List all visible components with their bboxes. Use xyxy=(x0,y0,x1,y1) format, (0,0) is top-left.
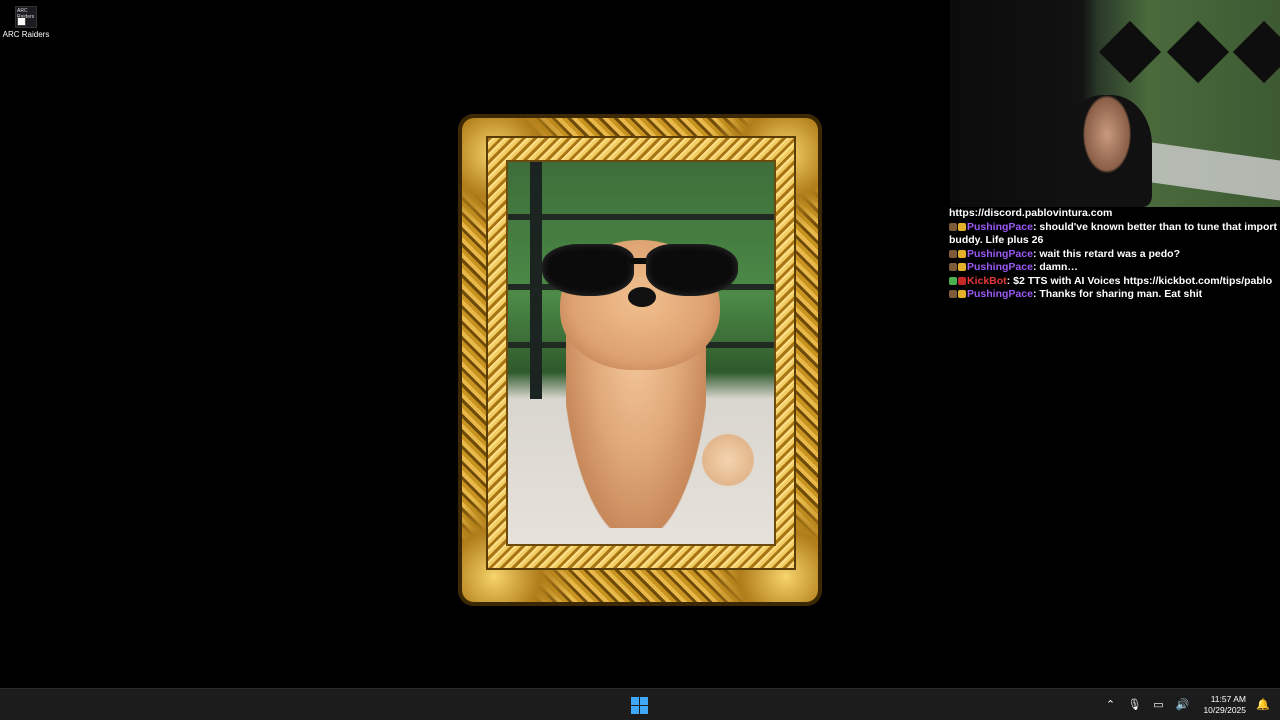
acoustic-panel xyxy=(1232,20,1280,84)
clock-time: 11:57 AM xyxy=(1210,693,1246,704)
railing-bar xyxy=(508,214,774,220)
chat-username: PushingPace xyxy=(967,220,1033,233)
sunglasses-lens xyxy=(646,244,738,296)
crown-badge-icon xyxy=(958,263,966,271)
arc-raiders-app-icon: ARC Raiders xyxy=(15,6,37,28)
chat-text: : $2 TTS with AI Voices https://kickbot.… xyxy=(1006,274,1273,287)
chat-username: PushingPace xyxy=(967,288,1033,300)
desktop-icon-label: ARC Raiders xyxy=(2,30,50,39)
chat-text: : Thanks for sharing man. Eat shit xyxy=(1032,288,1203,300)
chat-link: https://discord.pablovintura.com xyxy=(949,207,1113,219)
chat-username: PushingPace xyxy=(967,247,1033,260)
gold-picture-frame xyxy=(458,114,822,606)
chevron-up-icon[interactable]: ⌃ xyxy=(1103,698,1117,712)
subscriber-badge-icon xyxy=(949,222,957,231)
chat-message: PushingPace: Thanks for sharing man. Eat… xyxy=(949,288,1280,302)
webcam-overlay xyxy=(950,0,1280,207)
rocket-badge-icon xyxy=(958,276,966,285)
subscriber-badge-icon xyxy=(949,263,957,271)
chat-message: PushingPace: should've known better than… xyxy=(949,221,1280,248)
notification-icon[interactable]: 🔔 xyxy=(1256,698,1270,712)
dog-nose xyxy=(628,287,656,307)
clock-date: 10/29/2025 xyxy=(1203,704,1246,715)
streamer xyxy=(1062,95,1152,207)
shortcut-arrow-icon xyxy=(17,17,26,26)
subscriber-badge-icon xyxy=(949,290,957,298)
bot-badge-icon xyxy=(949,276,957,285)
sunglasses-lens xyxy=(542,244,634,296)
clock[interactable]: 11:57 AM 10/29/2025 xyxy=(1203,694,1246,716)
chat-message: PushingPace: damn… xyxy=(949,261,1280,275)
network-icon[interactable]: ▭ xyxy=(1151,698,1165,712)
railing-post xyxy=(530,162,542,399)
chat-username: PushingPace xyxy=(967,261,1033,273)
crown-badge-icon xyxy=(958,290,966,298)
acoustic-panel xyxy=(1098,20,1162,84)
chat-overlay: https://discord.pablovintura.com Pushing… xyxy=(949,207,1280,302)
chat-message: PushingPace: wait this retard was a pedo… xyxy=(949,248,1280,262)
volume-icon[interactable]: 🔊 xyxy=(1175,698,1190,712)
crown-badge-icon xyxy=(958,249,966,258)
taskbar: ⌃ 🎙 ▭ 🔊 11:57 AM 10/29/2025 🔔 xyxy=(0,688,1280,720)
crown-badge-icon xyxy=(958,222,966,231)
chat-text: : wait this retard was a pedo? xyxy=(1032,247,1180,260)
windows-start-icon[interactable] xyxy=(631,697,648,714)
microphone-icon[interactable]: 🎙 xyxy=(1127,698,1141,712)
desktop-icon-arc-raiders[interactable]: ARC Raiders ARC Raiders xyxy=(2,6,50,39)
chat-username: KickBot xyxy=(967,274,1007,287)
acoustic-panel xyxy=(1166,20,1230,84)
system-tray: ⌃ 🎙 ▭ 🔊 11:57 AM 10/29/2025 🔔 xyxy=(1103,689,1270,720)
chat-text: : damn… xyxy=(1032,261,1078,273)
chat-message: KickBot: $2 TTS with AI Voices https://k… xyxy=(949,275,1280,289)
frame-inner-border xyxy=(486,136,796,570)
dog-photo xyxy=(508,162,774,544)
subscriber-badge-icon xyxy=(949,249,957,258)
dog-tail xyxy=(698,430,758,490)
